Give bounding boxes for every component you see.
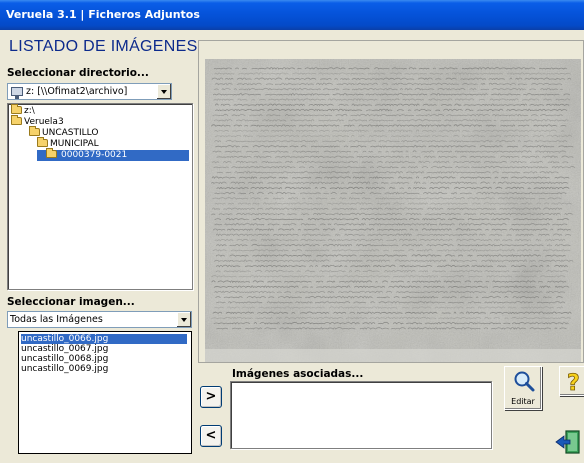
folder-open-icon — [11, 104, 22, 114]
tree-item-selected[interactable]: 0000379-0021 — [37, 148, 189, 161]
edit-button-label: Editar — [511, 397, 535, 406]
drive-select-value: z: [\\Ofimat2\archivo] — [26, 86, 128, 97]
directory-label: Seleccionar directorio... — [7, 67, 149, 79]
svg-text:?: ? — [567, 371, 580, 394]
image-file-list[interactable]: uncastillo_0066.jpg uncastillo_0067.jpg … — [18, 331, 192, 454]
folder-open-icon — [29, 126, 40, 136]
help-button[interactable]: ? — [559, 366, 584, 396]
tree-item[interactable]: Veruela3 — [11, 115, 64, 128]
question-mark-icon: ? — [567, 371, 581, 394]
document-image — [205, 59, 581, 362]
image-filter-value: Todas las Imágenes — [10, 314, 103, 325]
directory-tree[interactable]: z:\ Veruela3 UNCASTILLO MUNICIPAL 000037… — [7, 103, 193, 290]
list-item[interactable]: uncastillo_0067.jpg — [21, 344, 187, 354]
edit-button[interactable]: Editar — [504, 366, 542, 410]
image-preview-panel — [198, 40, 584, 363]
drive-select[interactable]: z: [\\Ofimat2\archivo] — [7, 83, 172, 100]
folder-open-icon — [11, 115, 22, 125]
folder-open-icon — [37, 137, 48, 147]
image-filter-dropdown-button[interactable] — [176, 312, 191, 327]
associated-label: Imágenes asociadas... — [232, 368, 364, 380]
exit-door-icon — [555, 430, 580, 454]
add-associated-button[interactable]: > — [200, 386, 222, 408]
network-drive-icon — [11, 87, 23, 99]
folder-open-icon — [46, 148, 57, 158]
remove-associated-button[interactable]: < — [200, 425, 222, 447]
window-title: Veruela 3.1 | Ficheros Adjuntos — [6, 8, 200, 21]
image-filter-select[interactable]: Todas las Imágenes — [7, 311, 192, 328]
associated-list[interactable] — [230, 381, 492, 449]
list-item[interactable]: uncastillo_0068.jpg — [21, 354, 187, 364]
list-item[interactable]: uncastillo_0069.jpg — [21, 364, 187, 374]
title-bar: Veruela 3.1 | Ficheros Adjuntos — [0, 0, 584, 30]
page-title: LISTADO DE IMÁGENES — [9, 38, 198, 55]
magnifier-icon — [514, 371, 535, 392]
main-window: Veruela 3.1 | Ficheros Adjuntos LISTADO … — [0, 0, 584, 463]
drive-select-dropdown-button[interactable] — [156, 84, 171, 99]
list-item[interactable]: uncastillo_0066.jpg — [21, 334, 187, 344]
exit-button[interactable] — [554, 428, 582, 456]
image-select-label: Seleccionar imagen... — [7, 296, 135, 308]
